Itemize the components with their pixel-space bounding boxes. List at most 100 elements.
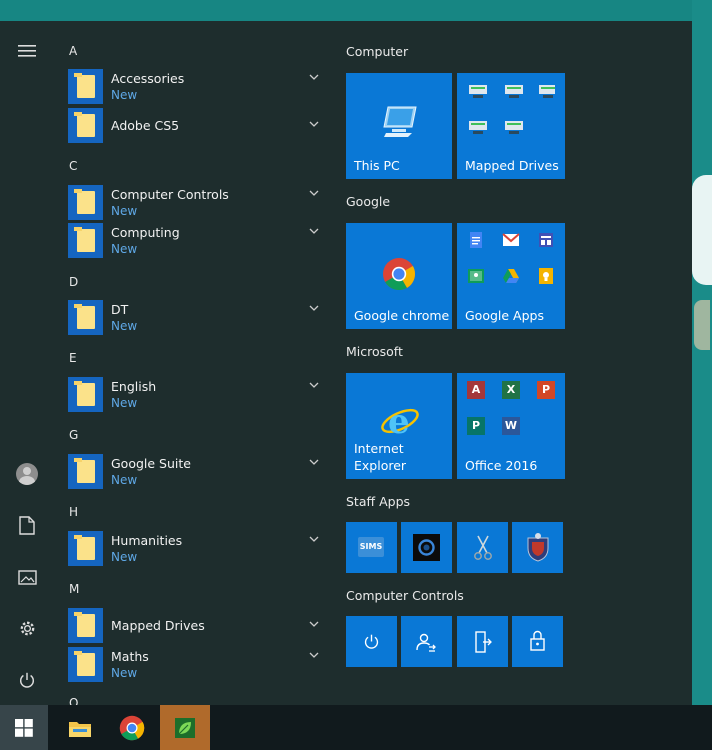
tile-sims[interactable]: SIMS (346, 522, 397, 573)
letter-header[interactable]: G (69, 428, 78, 442)
tile-area: Computer This PC Mapped Drives Google Go… (330, 21, 692, 705)
tile-lock[interactable] (512, 616, 563, 667)
tile-group-title[interactable]: Computer (346, 44, 408, 59)
powerpoint-icon: P (537, 381, 555, 399)
desktop-wallpaper-shape (694, 300, 710, 350)
tile-group-title[interactable]: Microsoft (346, 344, 403, 359)
tile-group-title[interactable]: Staff Apps (346, 494, 410, 509)
app-item-dt[interactable]: DT New (68, 300, 330, 336)
folder-icon (68, 608, 103, 643)
folder-icon (68, 185, 103, 220)
folder-icon (68, 377, 103, 412)
app-list[interactable]: A Accessories New Adobe CS5 C Computer C… (54, 21, 330, 705)
tile-google-apps[interactable]: Google Apps (457, 223, 565, 329)
chevron-down-icon[interactable] (308, 456, 320, 468)
letter-header[interactable]: M (69, 582, 79, 596)
app-item-adobe-cs5[interactable]: Adobe CS5 (68, 108, 330, 144)
chrome-icon (119, 715, 145, 740)
tile-shutdown[interactable] (346, 616, 397, 667)
app-name: Adobe CS5 (111, 118, 180, 133)
letter-header[interactable]: O (69, 696, 78, 705)
chevron-down-icon[interactable] (308, 71, 320, 83)
app-item-mapped-drives[interactable]: Mapped Drives (68, 608, 330, 644)
scissors-icon (474, 535, 492, 560)
expand-menu-button[interactable] (8, 32, 46, 70)
chevron-down-icon[interactable] (308, 302, 320, 314)
letter-header[interactable]: E (69, 351, 77, 365)
gmail-icon (502, 233, 520, 246)
new-badge: New (111, 473, 138, 487)
computer-monitor-icon (383, 106, 417, 137)
chevron-down-icon[interactable] (308, 649, 320, 661)
tile-sign-out[interactable] (457, 616, 508, 667)
taskbar-green-leaf-app[interactable] (160, 705, 210, 750)
chevron-down-icon[interactable] (308, 187, 320, 199)
app-name: Google Suite (111, 456, 191, 471)
google-docs-icon (470, 232, 482, 248)
camera-app-icon (413, 534, 440, 561)
tile-label-line2: Explorer (354, 458, 407, 473)
google-drive-icon (503, 269, 519, 283)
pictures-button[interactable] (8, 558, 46, 596)
folder-icon (68, 300, 103, 335)
new-badge: New (111, 88, 138, 102)
desktop-background-top (0, 0, 712, 21)
user-account-button[interactable] (8, 455, 46, 493)
app-name: Humanities (111, 533, 183, 548)
app-item-accessories[interactable]: Accessories New (68, 69, 330, 105)
windows-start-icon (15, 718, 33, 737)
taskbar-file-explorer[interactable] (56, 705, 104, 750)
chevron-down-icon[interactable] (308, 225, 320, 237)
tile-this-pc[interactable]: This PC (346, 73, 452, 179)
svg-text:e: e (388, 403, 410, 439)
app-item-english[interactable]: English New (68, 377, 330, 413)
app-item-maths[interactable]: Maths New (68, 647, 330, 683)
tile-label: Office 2016 (465, 458, 538, 473)
tile-group-title[interactable]: Google (346, 194, 390, 209)
tile-mapped-drives[interactable]: Mapped Drives (457, 73, 565, 179)
settings-gear-icon (20, 621, 34, 635)
app-name: Accessories (111, 71, 185, 86)
documents-button[interactable] (8, 506, 46, 544)
app-name: Maths (111, 649, 149, 664)
power-button[interactable] (8, 661, 46, 699)
letter-header[interactable]: H (69, 505, 78, 519)
folder-icon (68, 531, 103, 566)
tile-snipping-tool[interactable] (457, 522, 508, 573)
folder-icon (68, 69, 103, 104)
chevron-down-icon[interactable] (308, 533, 320, 545)
tile-label: Mapped Drives (465, 158, 559, 173)
tile-internet-explorer[interactable]: e Internet Explorer (346, 373, 452, 479)
excel-icon: X (502, 381, 520, 399)
letter-header[interactable]: D (69, 275, 78, 289)
new-badge: New (111, 666, 138, 680)
access-icon: A (467, 381, 485, 399)
app-item-humanities[interactable]: Humanities New (68, 531, 330, 567)
tile-staff-app-camera[interactable] (401, 522, 452, 573)
tile-school-crest[interactable] (512, 522, 563, 573)
app-item-computer-controls[interactable]: Computer Controls New (68, 185, 330, 221)
taskbar-chrome[interactable] (108, 705, 156, 750)
folder-icon (68, 108, 103, 143)
app-item-computing[interactable]: Computing New (68, 223, 330, 259)
start-button[interactable] (0, 705, 48, 750)
app-name: Mapped Drives (111, 618, 205, 633)
tile-group-title[interactable]: Computer Controls (346, 588, 464, 603)
letter-header[interactable]: C (69, 159, 77, 173)
app-item-google-suite[interactable]: Google Suite New (68, 454, 330, 490)
letter-header[interactable]: A (69, 44, 77, 58)
tile-switch-user[interactable] (401, 616, 452, 667)
tile-office-2016[interactable]: A X P P W Office 2016 (457, 373, 565, 479)
settings-button[interactable] (8, 609, 46, 647)
internet-explorer-icon: e (381, 403, 419, 439)
chevron-down-icon[interactable] (308, 618, 320, 630)
tile-label: This PC (354, 158, 400, 173)
tile-google-chrome[interactable]: Google chrome (346, 223, 452, 329)
folder-icon (68, 223, 103, 258)
user-avatar-icon (16, 463, 38, 485)
app-name: Computer Controls (111, 187, 229, 202)
chevron-down-icon[interactable] (308, 379, 320, 391)
chevron-down-icon[interactable] (308, 118, 320, 130)
taskbar (0, 705, 712, 750)
app-name: DT (111, 302, 129, 317)
